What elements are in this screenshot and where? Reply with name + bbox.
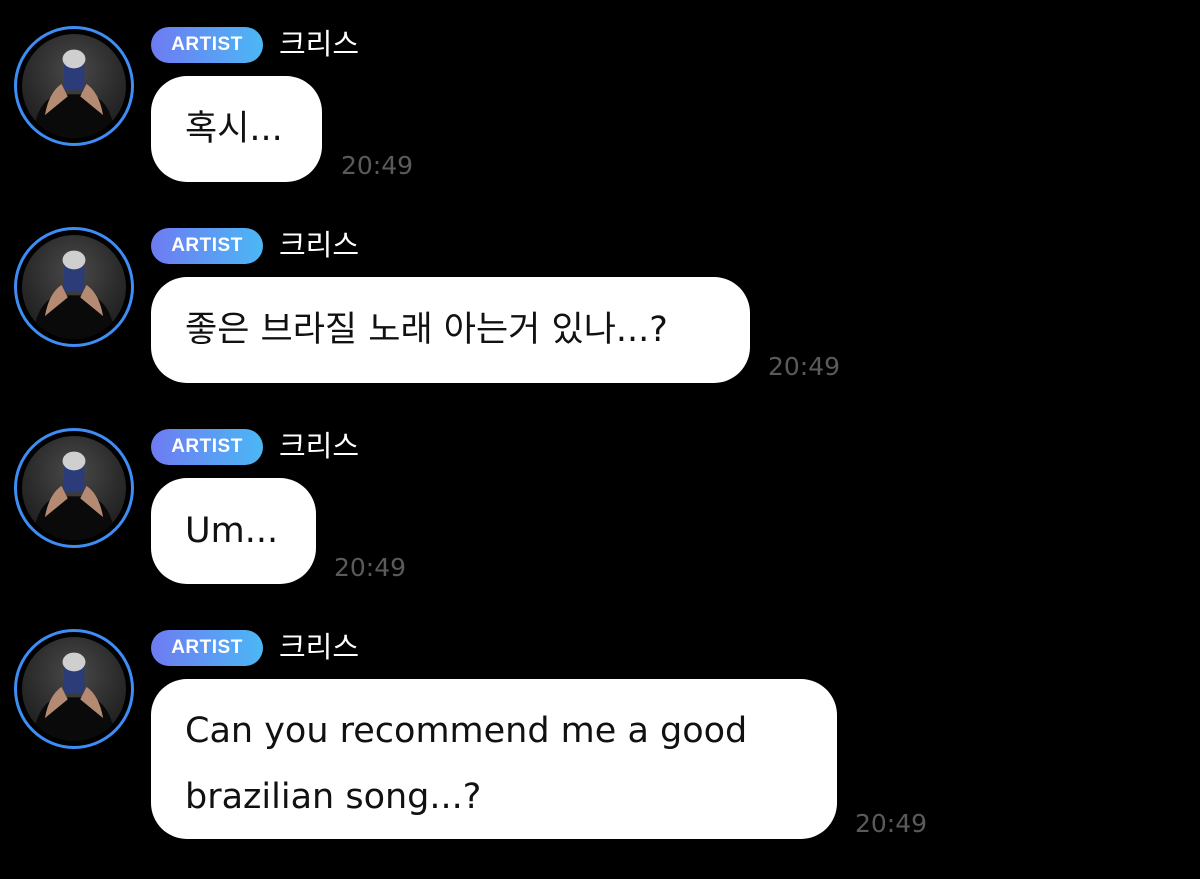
artist-badge: ARTIST xyxy=(151,27,263,63)
person-silhouette-icon xyxy=(32,652,116,741)
person-silhouette-icon xyxy=(32,250,116,339)
sender-name: 크리스 xyxy=(279,228,360,262)
message-bubble[interactable]: Um... xyxy=(151,478,316,584)
chat-message: ARTIST 크리스 Can you recommend me a good b… xyxy=(0,603,1200,839)
avatar[interactable] xyxy=(14,227,134,347)
chat-message: ARTIST 크리스 Um... 20:49 xyxy=(0,402,1200,603)
avatar-photo xyxy=(22,637,126,741)
avatar-photo xyxy=(22,34,126,138)
person-silhouette-icon xyxy=(32,451,116,540)
avatar-photo xyxy=(22,235,126,339)
avatar[interactable] xyxy=(14,26,134,146)
sender-name: 크리스 xyxy=(279,27,360,61)
message-time: 20:49 xyxy=(341,151,414,180)
artist-badge: ARTIST xyxy=(151,630,263,666)
person-silhouette-icon xyxy=(32,49,116,138)
avatar[interactable] xyxy=(14,428,134,548)
chat-message: ARTIST 크리스 좋은 브라질 노래 아는거 있나...? 20:49 xyxy=(0,201,1200,402)
artist-badge: ARTIST xyxy=(151,228,263,264)
message-time: 20:49 xyxy=(768,352,841,381)
message-time: 20:49 xyxy=(334,553,407,582)
sender-name: 크리스 xyxy=(279,630,360,664)
chat-message: ARTIST 크리스 혹시... 20:49 xyxy=(0,0,1200,201)
message-bubble[interactable]: 좋은 브라질 노래 아는거 있나...? xyxy=(151,277,750,383)
avatar[interactable] xyxy=(14,629,134,749)
message-bubble[interactable]: 혹시... xyxy=(151,76,322,182)
avatar-photo xyxy=(22,436,126,540)
sender-name: 크리스 xyxy=(279,429,360,463)
message-time: 20:49 xyxy=(855,809,928,838)
artist-badge: ARTIST xyxy=(151,429,263,465)
message-bubble[interactable]: Can you recommend me a good brazilian so… xyxy=(151,679,837,839)
chat-message-list: ARTIST 크리스 혹시... 20:49 ARTIST 크리스 좋은 브라질… xyxy=(0,0,1200,879)
